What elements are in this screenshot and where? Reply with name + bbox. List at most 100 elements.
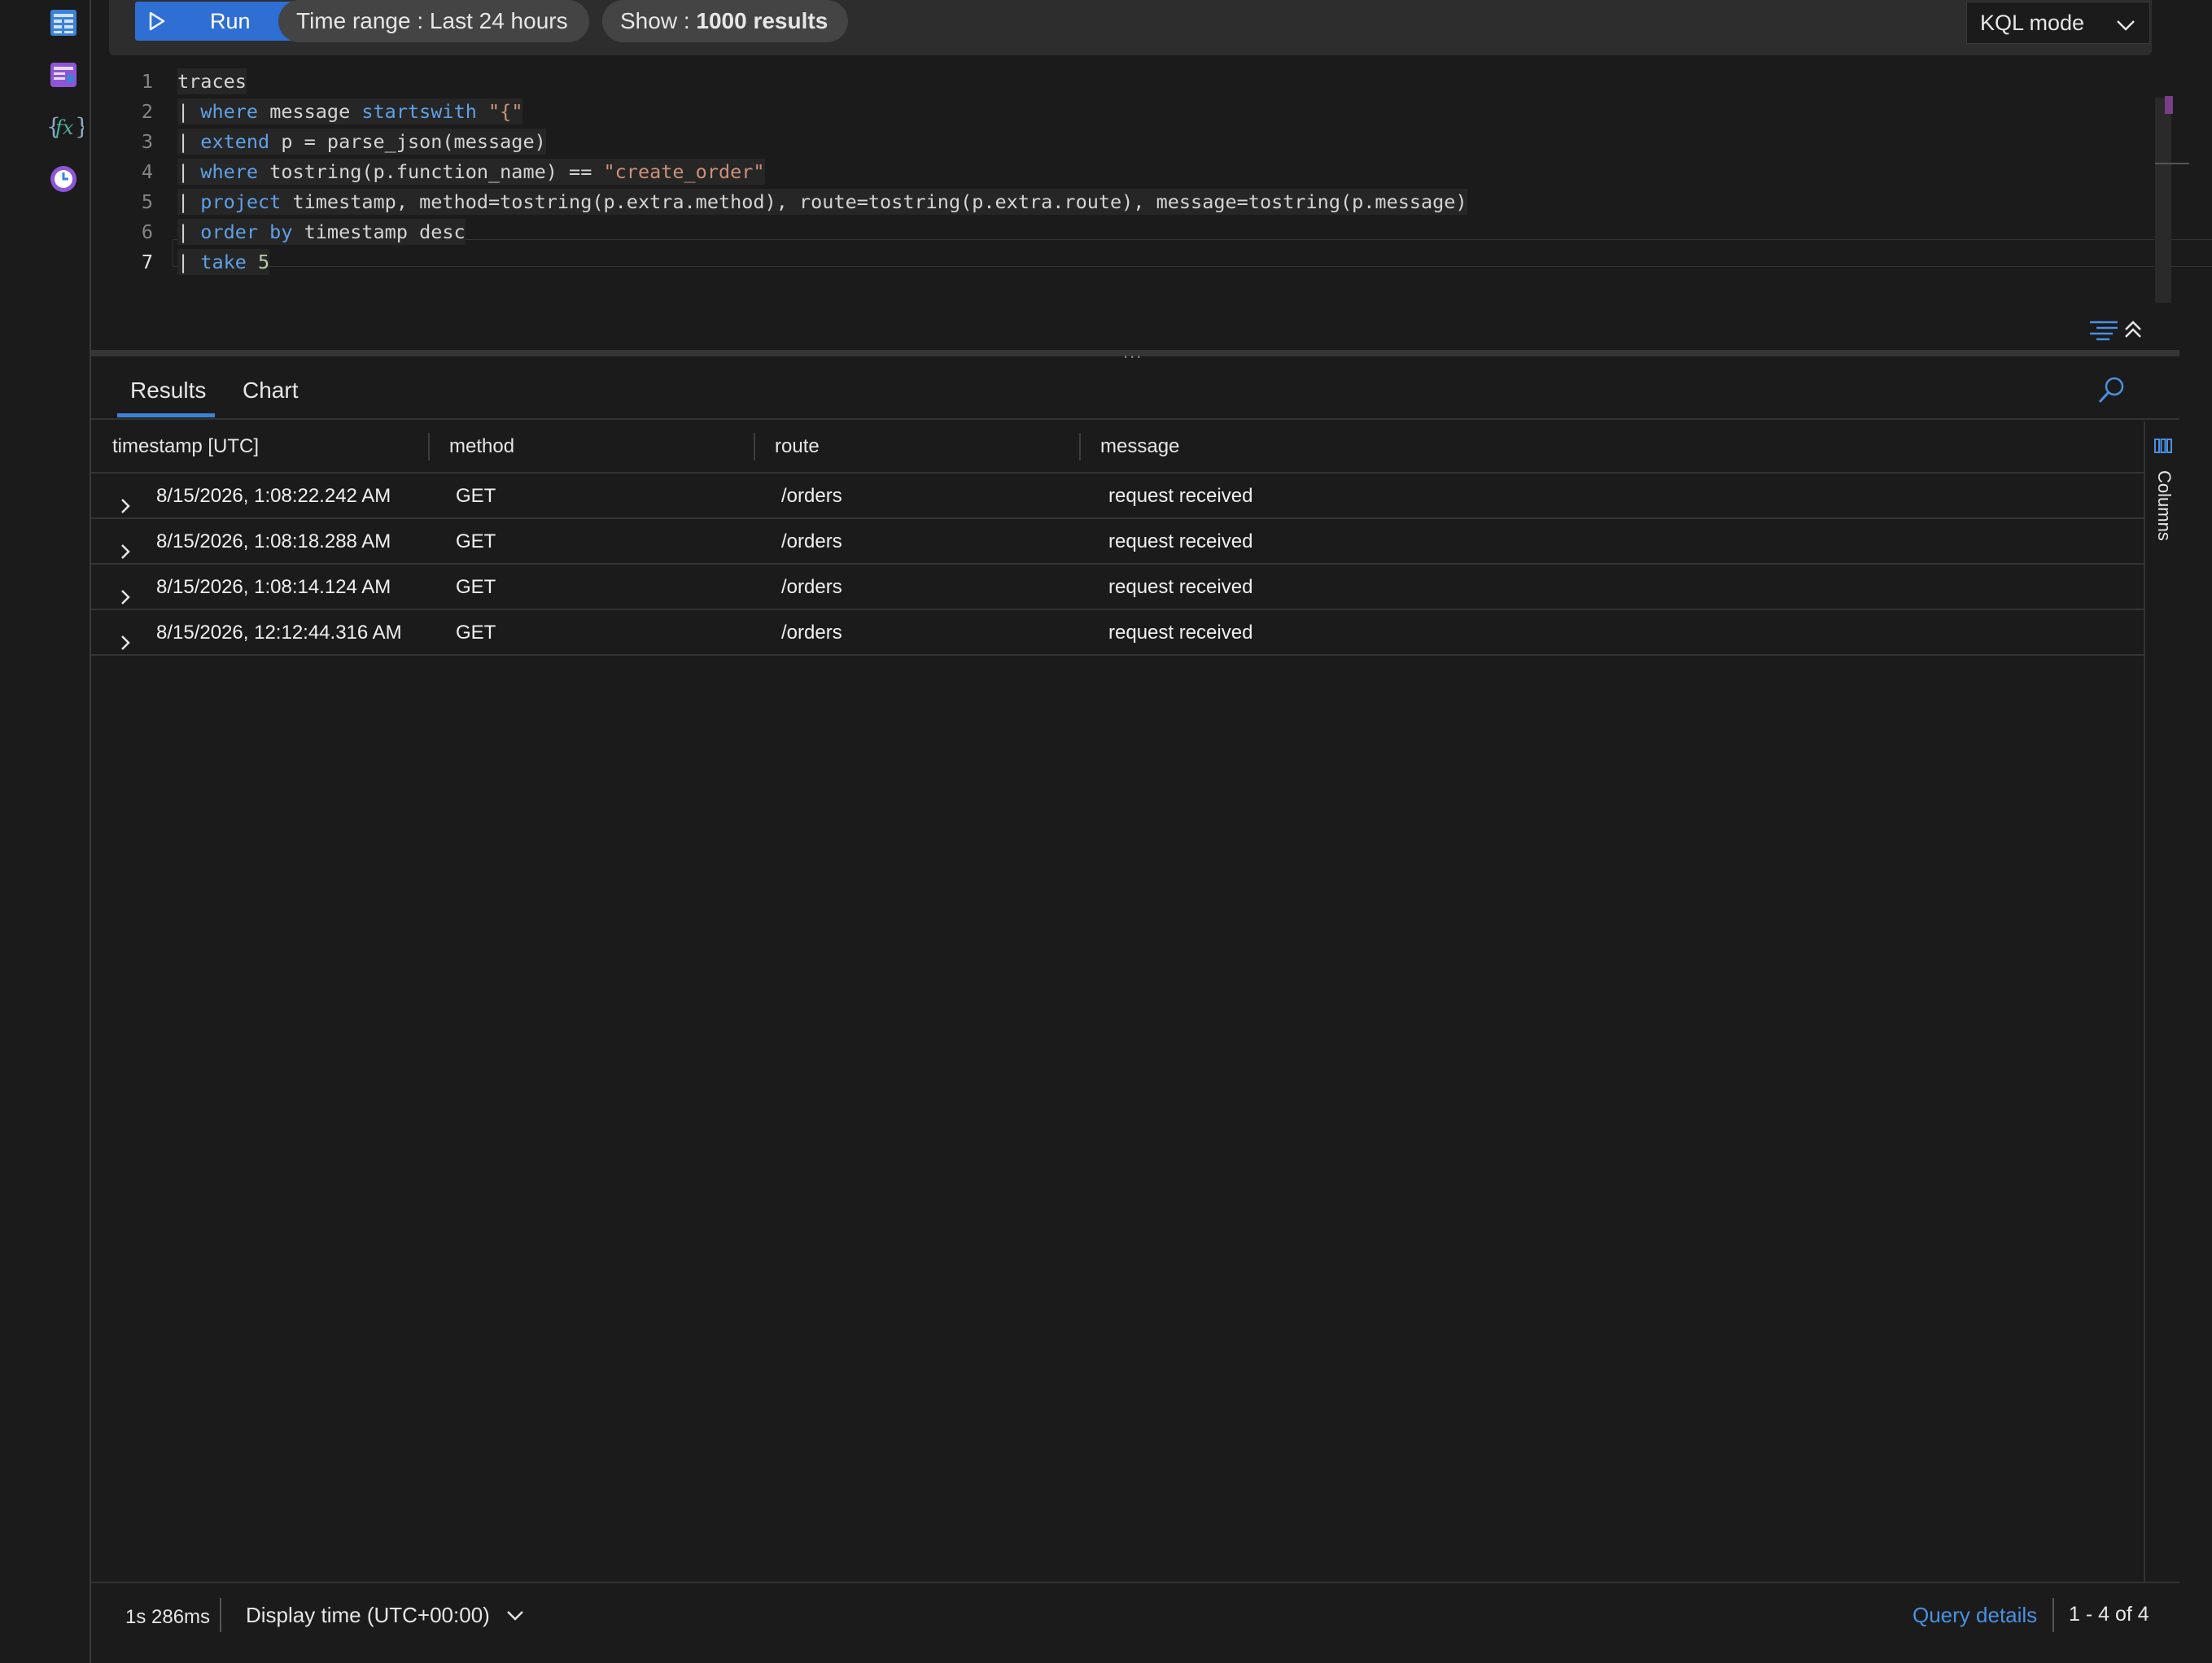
- cell-route: /orders: [781, 530, 842, 552]
- run-label: Run: [210, 8, 251, 33]
- status-bar: 1s 286ms Display time (UTC+00:00) Query …: [91, 1582, 2179, 1663]
- cell-method: GET: [456, 622, 496, 644]
- code-token: |: [177, 130, 201, 153]
- line-number: 7: [141, 251, 153, 273]
- line-number: 2: [141, 100, 153, 123]
- code-keyword: project: [200, 190, 282, 213]
- results-tabs: Results Chart: [91, 358, 2179, 420]
- result-limit-picker[interactable]: Show : 1000 results: [602, 0, 848, 42]
- query-mode-dropdown[interactable]: KQL mode: [1966, 2, 2150, 44]
- code-keyword: order by: [200, 220, 293, 243]
- footer-divider: [220, 1598, 221, 1632]
- columns-panel-label: Columns: [2154, 470, 2175, 541]
- code-token: |: [177, 251, 201, 273]
- active-tab-indicator: [117, 413, 215, 417]
- workbook-icon[interactable]: [47, 59, 80, 91]
- table-row[interactable]: 8/15/2026, 1:08:22.242 AM GET/orders reque…: [91, 474, 2144, 519]
- cell-message: request received: [1108, 485, 1253, 507]
- current-line-highlight: [173, 239, 2212, 267]
- table-row[interactable]: 8/15/2026, 1:08:14.124 AM GET/orders reque…: [91, 565, 2144, 610]
- columns-panel[interactable]: Columns: [2144, 421, 2179, 1582]
- column-resize-handle[interactable]: [754, 433, 755, 460]
- code-token: p = parse_json(message): [269, 130, 546, 153]
- search-icon[interactable]: [2096, 374, 2127, 409]
- code-text: | where message startswith "{": [177, 98, 523, 124]
- cell-route: /orders: [781, 485, 842, 507]
- code-token: timestamp, method=tostring(p.extra.metho…: [281, 190, 1467, 213]
- query-duration: 1s 286ms: [125, 1606, 211, 1628]
- code-token: |: [177, 100, 201, 123]
- code-keyword: where: [200, 100, 259, 123]
- cell-method: GET: [456, 530, 496, 552]
- cell-route: /orders: [781, 622, 842, 644]
- cell-timestamp: 8/15/2026, 1:08:18.288 AM: [156, 530, 391, 552]
- time-range-value: Last 24 hours: [429, 8, 568, 33]
- column-header-method[interactable]: method: [449, 421, 514, 472]
- code-number: 5: [258, 251, 270, 273]
- code-token: |: [177, 220, 201, 243]
- cell-timestamp: 8/15/2026, 12:12:44.316 AM: [156, 622, 402, 644]
- chevron-down-icon: [2115, 14, 2136, 39]
- cell-route: /orders: [781, 576, 842, 598]
- expand-row-icon[interactable]: [119, 623, 132, 669]
- columns-icon[interactable]: [2153, 438, 2173, 458]
- query-toolbar: Run Time range : Last 24 hours Show : 10…: [109, 0, 2152, 55]
- code-keyword: where: [200, 160, 259, 183]
- tab-results[interactable]: Results: [130, 378, 206, 404]
- query-details-link[interactable]: Query details: [1913, 1603, 2037, 1628]
- cell-message: request received: [1108, 576, 1253, 598]
- collapse-icon[interactable]: [2122, 318, 2144, 345]
- cell-method: GET: [456, 576, 496, 598]
- svg-text:fx: fx: [54, 116, 74, 139]
- line-number: 1: [141, 70, 153, 93]
- cell-message: request received: [1108, 622, 1253, 644]
- code-token: traces: [177, 70, 247, 93]
- code-keyword: take: [200, 251, 247, 273]
- code-text: | take 5: [177, 249, 270, 275]
- column-header-route[interactable]: route: [775, 421, 820, 472]
- code-text: | order by timestamp desc: [177, 219, 466, 245]
- table-icon[interactable]: [47, 7, 80, 39]
- table-row[interactable]: 8/15/2026, 12:12:44.316 AM GET/orders requ…: [91, 610, 2144, 656]
- svg-text:}: }: [75, 113, 84, 140]
- scrollbar-divider: [2155, 163, 2189, 164]
- code-token: message: [258, 100, 362, 123]
- code-token: timestamp desc: [292, 220, 466, 243]
- code-keyword: startswith: [361, 100, 477, 123]
- line-number: 3: [141, 130, 153, 153]
- display-time-dropdown[interactable]: Display time (UTC+00:00): [246, 1603, 525, 1628]
- code-text: | extend p = parse_json(message): [177, 129, 546, 155]
- code-text: | project timestamp, method=tostring(p.e…: [177, 189, 1467, 215]
- line-number: 4: [141, 160, 153, 183]
- table-row[interactable]: 8/15/2026, 1:08:18.288 AM GET/orders reque…: [91, 519, 2144, 565]
- cell-timestamp: 8/15/2026, 1:08:14.124 AM: [156, 576, 391, 598]
- query-editor[interactable]: 1 traces 2 | where message startswith "{" 3 |…: [91, 57, 2212, 350]
- column-header-timestamp[interactable]: timestamp [UTC]: [112, 421, 259, 472]
- tab-chart[interactable]: Chart: [243, 378, 298, 404]
- column-resize-handle[interactable]: [428, 433, 430, 460]
- code-token: |: [177, 160, 201, 183]
- code-token: tostring(p.function_name) ==: [258, 160, 604, 183]
- line-number: 5: [141, 190, 153, 213]
- pane-splitter[interactable]: ...: [91, 342, 2179, 362]
- show-value: 1000 results: [696, 8, 828, 33]
- cell-message: request received: [1108, 530, 1253, 552]
- code-string: "{": [488, 100, 523, 123]
- column-resize-handle[interactable]: [1079, 433, 1081, 460]
- result-count: 1 - 4 of 4: [2069, 1603, 2149, 1626]
- cell-timestamp: 8/15/2026, 1:08:22.242 AM: [156, 485, 391, 507]
- editor-scrollbar[interactable]: [2155, 98, 2171, 303]
- time-range-picker[interactable]: Time range : Last 24 hours: [278, 0, 589, 42]
- function-icon[interactable]: {fx}: [46, 111, 85, 143]
- code-keyword: extend: [200, 130, 270, 153]
- code-text: traces: [177, 68, 247, 94]
- query-history-icon[interactable]: [47, 163, 80, 195]
- column-header-message[interactable]: message: [1100, 421, 1179, 472]
- chevron-down-icon: [505, 1603, 525, 1627]
- code-string: "create_order": [603, 160, 765, 183]
- format-query-icon[interactable]: [2088, 317, 2119, 346]
- show-label: Show :: [620, 8, 690, 33]
- left-rail: {fx}: [0, 0, 91, 1663]
- code-token: |: [177, 190, 201, 213]
